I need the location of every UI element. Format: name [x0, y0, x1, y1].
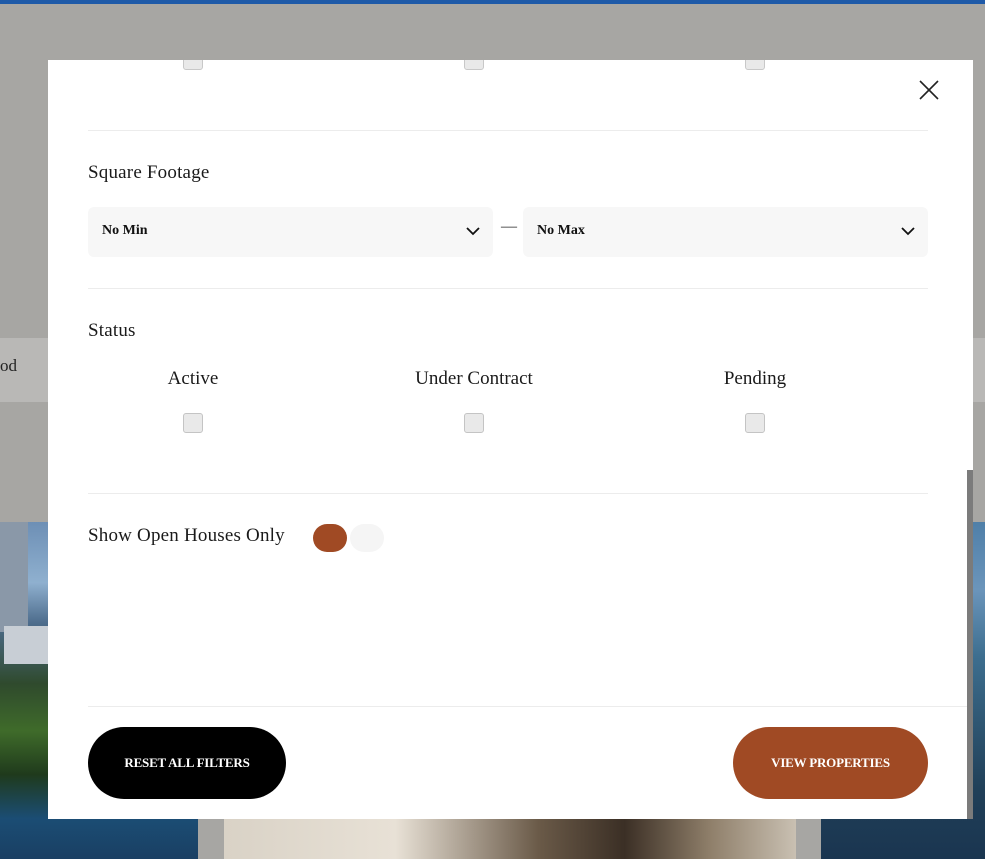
- square-footage-min-select[interactable]: No Min: [88, 207, 493, 257]
- filters-modal: Square Footage No Min — No Max Status Ac…: [48, 60, 973, 819]
- status-option-label: Pending: [723, 368, 787, 389]
- open-houses-toggle[interactable]: [312, 524, 388, 554]
- status-option-label: Active: [167, 368, 219, 389]
- toggle-knob: [313, 524, 347, 552]
- range-separator: —: [501, 218, 517, 235]
- section-divider: [88, 493, 928, 494]
- close-icon: [919, 80, 939, 100]
- footer-divider: [88, 706, 973, 707]
- section-divider: [88, 288, 928, 289]
- background-listing-photo-middle: [224, 818, 796, 859]
- toggle-track: [350, 524, 384, 552]
- status-active-checkbox[interactable]: [183, 413, 203, 433]
- background-search-text: od: [0, 356, 17, 375]
- section-divider: [88, 130, 928, 131]
- chevron-down-icon: [901, 227, 915, 236]
- previous-section-checkbox[interactable]: [464, 60, 484, 70]
- square-footage-min-value: No Min: [102, 223, 148, 238]
- status-under-contract-checkbox[interactable]: [464, 413, 484, 433]
- browser-top-strip: [0, 0, 985, 4]
- previous-section-checkbox[interactable]: [183, 60, 203, 70]
- status-pending-checkbox[interactable]: [745, 413, 765, 433]
- view-properties-button[interactable]: VIEW PROPERTIES: [733, 727, 928, 799]
- status-title: Status: [88, 320, 136, 341]
- status-option-pending: Pending: [635, 368, 875, 390]
- reset-all-filters-button[interactable]: RESET ALL FILTERS: [88, 727, 286, 799]
- square-footage-max-select[interactable]: No Max: [523, 207, 928, 257]
- background-building-shape: [0, 522, 28, 632]
- open-houses-label: Show Open Houses Only: [88, 525, 285, 546]
- chevron-down-icon: [466, 227, 480, 236]
- square-footage-max-value: No Max: [537, 223, 585, 238]
- status-option-label: Under Contract: [415, 368, 533, 389]
- status-option-active: Active: [73, 368, 313, 390]
- square-footage-title: Square Footage: [88, 162, 210, 183]
- background-building-shape: [4, 626, 48, 664]
- close-button[interactable]: [918, 79, 940, 101]
- previous-section-checkbox[interactable]: [745, 60, 765, 70]
- status-option-under-contract: Under Contract: [354, 368, 594, 390]
- page-scrollbar[interactable]: [967, 470, 973, 819]
